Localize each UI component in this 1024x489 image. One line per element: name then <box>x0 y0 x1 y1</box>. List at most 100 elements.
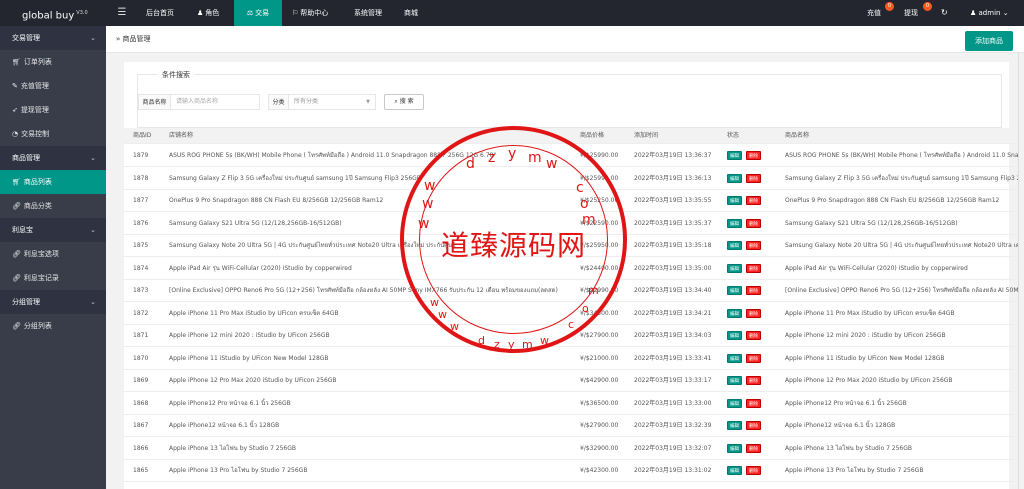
nav-trade[interactable]: ⚖ 交易 <box>234 0 282 26</box>
cell-id: 1869 <box>133 377 149 384</box>
sidebar-item-withdraw[interactable]: ➶ 提现管理 <box>0 98 106 122</box>
withdraw-link[interactable]: 提现 <box>904 0 918 26</box>
sidebar-item-interest-records[interactable]: 🔗︎ 利息宝记录 <box>0 266 106 290</box>
sidebar-item-orders[interactable]: 🛒︎ 订单列表 <box>0 50 106 74</box>
edit-button[interactable]: 编辑 <box>727 173 742 183</box>
cell-product-name: Samsung Galaxy S21 Ultra 5G (12/128,256G… <box>785 219 958 227</box>
cell-product-name: Apple iPhone12 Pro หน้าจอ 6.1 นิ้ว 256GB <box>785 399 907 407</box>
header-product-name: 商品名称 <box>785 132 810 139</box>
cell-actions: 编辑 删除 <box>727 437 777 460</box>
delete-button[interactable]: 删除 <box>746 196 761 205</box>
edit-button[interactable]: 编辑 <box>727 466 742 475</box>
edit-button[interactable]: 编辑 <box>727 421 742 430</box>
nav-dashboard[interactable]: 后台首页 <box>146 0 174 26</box>
cell-id: 1867 <box>133 422 149 429</box>
sidebar-item-group-list[interactable]: 🔗︎ 分组列表 <box>0 314 106 338</box>
cell-time: 2022年03月19日 13:33:17 <box>634 377 712 384</box>
delete-button[interactable]: 删除 <box>746 173 761 183</box>
version-label: V3.0 <box>76 10 88 16</box>
edit-button[interactable]: 编辑 <box>727 353 742 363</box>
sidebar-group-interest[interactable]: 利息宝 ⌄ <box>0 218 106 242</box>
cell-actions: 编辑 删除 <box>727 302 777 325</box>
user-menu[interactable]: ♟ admin ⌄ <box>970 0 1009 26</box>
breadcrumb-label: 商品管理 <box>122 35 151 43</box>
sidebar-group-products[interactable]: 商品管理 ⌄ <box>0 146 106 170</box>
content-card: 条件搜索 商品名称 请输入商品名称 分类 所有分类 ▼ ⌕ 搜 索 商品ID 店铺… <box>124 62 1024 489</box>
app-logo[interactable]: global buy V3.0 <box>22 0 88 26</box>
edit-button[interactable]: 编辑 <box>727 218 742 228</box>
add-product-button[interactable]: 添加商品 <box>965 31 1013 51</box>
refresh-icon[interactable]: ↻ <box>941 0 948 26</box>
delete-button[interactable]: 删除 <box>746 331 761 340</box>
cell-time: 2022年03月19日 13:36:13 <box>634 174 712 182</box>
delete-button[interactable]: 删除 <box>746 241 761 250</box>
edit-button[interactable]: 编辑 <box>727 331 742 340</box>
cell-id: 1871 <box>133 332 149 339</box>
edit-button[interactable]: 编辑 <box>727 286 742 295</box>
edit-button[interactable]: 编辑 <box>727 151 742 160</box>
sidebar-group-trade[interactable]: 交易管理 ⌄ <box>0 26 106 50</box>
edit-button[interactable]: 编辑 <box>727 443 742 453</box>
nav-system-label: 系统管理 <box>354 9 382 17</box>
edit-button[interactable]: 编辑 <box>727 263 742 273</box>
cell-actions: 编辑 删除 <box>727 212 777 235</box>
delete-button[interactable]: 删除 <box>746 218 761 228</box>
delete-button[interactable]: 删除 <box>746 443 761 453</box>
cell-shop-name: Samsung Galaxy Z Flip 3 5G เครื่องใหม่ ป… <box>169 174 421 182</box>
sidebar-item-product-category[interactable]: 🔗︎ 商品分类 <box>0 194 106 218</box>
edit-button[interactable]: 编辑 <box>727 308 742 318</box>
delete-button[interactable]: 删除 <box>746 421 761 430</box>
sidebar-item-label: 充值管理 <box>20 82 49 90</box>
nav-mall-label: 商城 <box>404 9 418 17</box>
delete-button[interactable]: 删除 <box>746 308 761 318</box>
delete-button[interactable]: 删除 <box>746 376 761 385</box>
product-name-input[interactable]: 请输入商品名称 <box>170 94 260 110</box>
cell-shop-name: Apple iPhone 13 Pro ไอโฟน by Studio 7 25… <box>169 467 308 474</box>
cell-id: 1865 <box>133 467 149 474</box>
search-button-label: 搜 索 <box>399 98 414 105</box>
menu-toggle-icon[interactable]: ☰ <box>112 0 132 26</box>
cell-shop-name: Apple iPhone 11 Pro Max iStudio by UFico… <box>169 309 339 317</box>
recharge-badge: 0 <box>885 2 894 11</box>
sidebar-group-label: 商品管理 <box>12 154 40 162</box>
nav-system[interactable]: 系统管理 <box>354 0 382 26</box>
delete-button[interactable]: 删除 <box>746 286 761 295</box>
delete-button[interactable]: 删除 <box>746 353 761 363</box>
table-row: 1870 Apple iPhone 11 iStudio by UFicon Ne… <box>124 347 1024 370</box>
cell-time: 2022年03月19日 13:35:18 <box>634 242 712 249</box>
sidebar-item-recharge[interactable]: ✎ 充值管理 <box>0 74 106 98</box>
recharge-link[interactable]: 充值 <box>867 0 881 26</box>
nav-help[interactable]: ⚐ 帮助中心 <box>292 0 328 26</box>
cell-shop-name: Samsung Galaxy S21 Ultra 5G (12/128,256G… <box>169 219 342 227</box>
delete-button[interactable]: 删除 <box>746 151 761 160</box>
chevron-down-icon: ⌄ <box>1002 9 1009 17</box>
withdraw-badge: 0 <box>923 2 932 11</box>
edit-button[interactable]: 编辑 <box>727 376 742 385</box>
edit-button[interactable]: 编辑 <box>727 196 742 205</box>
delete-button[interactable]: 删除 <box>746 466 761 475</box>
delete-button[interactable]: 删除 <box>746 398 761 408</box>
cell-actions: 编辑 删除 <box>727 257 777 280</box>
table-row: 1875 Samsung Galaxy Note 20 Ultra 5G | 4G… <box>124 234 1024 257</box>
category-select[interactable]: 所有分类 ▼ <box>288 94 376 110</box>
cell-product-name: Apple iPhone12 หน้าจอ 6.1 นิ้ว 128GB <box>785 422 896 429</box>
sidebar-item-trade-control[interactable]: ◔ 交易控制 <box>0 122 106 146</box>
cell-product-name: Samsung Galaxy Z Flip 3 5G เครื่องใหม่ ป… <box>785 174 1024 182</box>
cell-id: 1875 <box>133 242 149 249</box>
sidebar-item-label: 分组列表 <box>23 322 52 330</box>
user-icon: ♟ <box>970 9 977 17</box>
vertical-scrollbar[interactable] <box>1018 53 1024 489</box>
edit-button[interactable]: 编辑 <box>727 398 742 408</box>
nav-mall[interactable]: 商城 <box>404 0 418 26</box>
delete-button[interactable]: 删除 <box>746 263 761 273</box>
sidebar-item-product-list[interactable]: 🛒︎ 商品列表 <box>0 170 106 194</box>
cell-id: 1866 <box>133 444 149 452</box>
sidebar-group-grouping[interactable]: 分组管理 ⌄ <box>0 290 106 314</box>
nav-roles[interactable]: ♟ 角色 <box>197 0 219 26</box>
cell-actions: 编辑 删除 <box>727 189 777 212</box>
edit-button[interactable]: 编辑 <box>727 241 742 250</box>
sidebar-item-interest-options[interactable]: 🔗︎ 利息宝选项 <box>0 242 106 266</box>
cell-actions: 编辑 删除 <box>727 324 777 347</box>
search-button[interactable]: ⌕ 搜 索 <box>384 94 424 110</box>
cell-actions: 编辑 删除 <box>727 279 777 302</box>
